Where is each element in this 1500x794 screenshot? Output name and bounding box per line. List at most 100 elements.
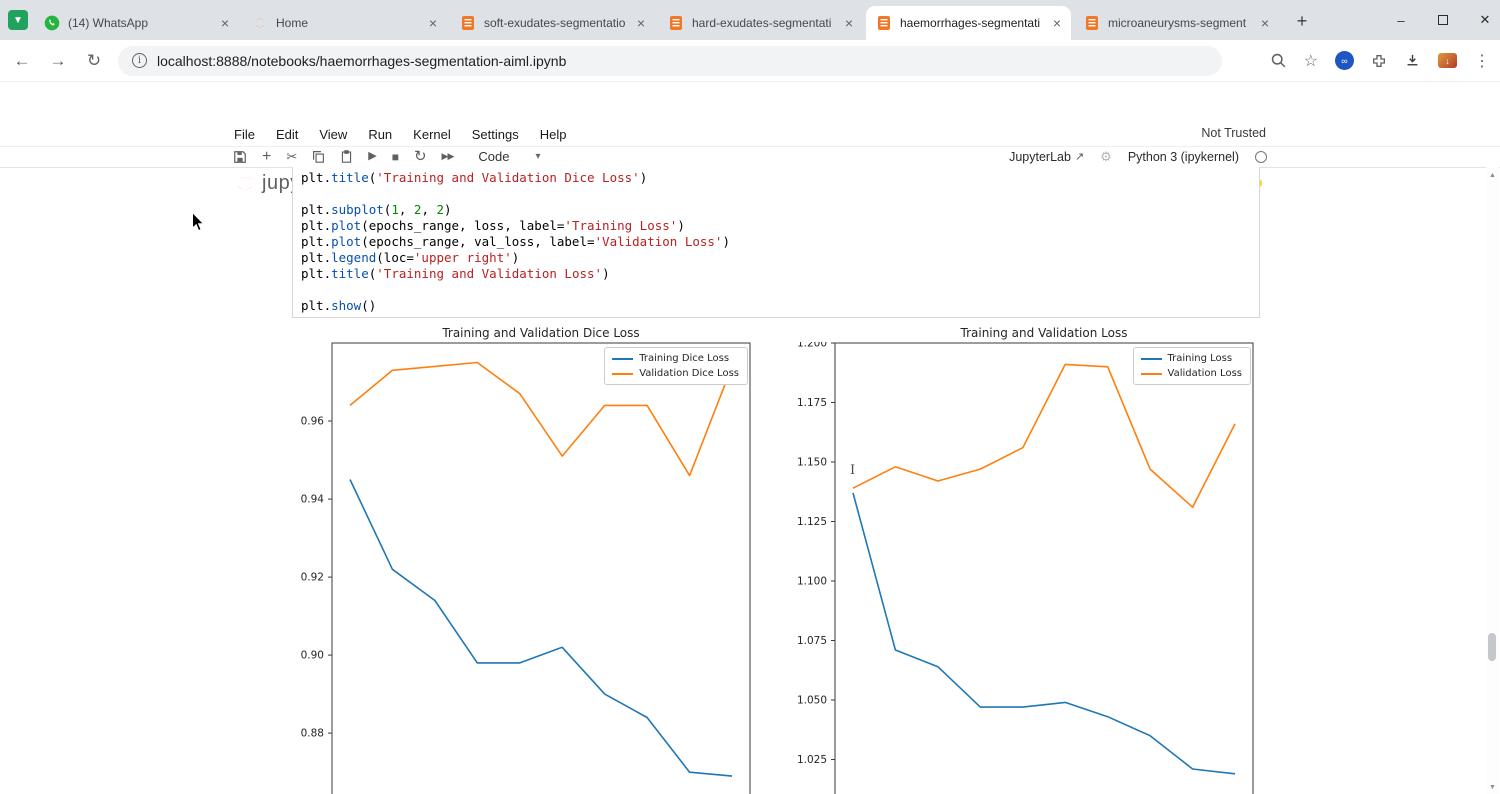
- svg-text:1.175: 1.175: [797, 397, 827, 409]
- gear-icon[interactable]: ⚙: [1100, 149, 1112, 165]
- chart-title: Training and Validation Loss: [835, 326, 1253, 342]
- maximize-icon[interactable]: [1438, 15, 1448, 25]
- menu-edit[interactable]: Edit: [276, 127, 298, 142]
- scroll-down-icon[interactable]: ▼: [1486, 784, 1499, 791]
- minimize-icon[interactable]: –: [1394, 13, 1408, 28]
- cut-cell-icon[interactable]: ✂: [286, 150, 297, 163]
- svg-text:0.96: 0.96: [301, 416, 325, 428]
- notebook-icon: [876, 15, 892, 31]
- chevron-down-icon: ▾: [535, 151, 540, 162]
- whatsapp-icon: [44, 15, 60, 31]
- tab-label: hard-exudates-segmentati: [692, 16, 839, 30]
- menu-view[interactable]: View: [319, 127, 347, 142]
- tab-close-icon[interactable]: ×: [843, 16, 855, 30]
- cell-type-label: Code: [478, 149, 509, 164]
- browser-tab-hard-exudates[interactable]: hard-exudates-segmentati ×: [658, 6, 863, 40]
- legend-item: Training Dice Loss: [612, 353, 739, 364]
- tab-search-button[interactable]: ▼: [8, 10, 28, 30]
- restart-run-all-icon[interactable]: ▶▶: [442, 152, 454, 161]
- zoom-icon[interactable]: [1270, 52, 1287, 69]
- jupyter-logo-icon: [232, 170, 258, 196]
- bookmark-star-icon[interactable]: ☆: [1304, 51, 1318, 71]
- address-bar[interactable]: i localhost:8888/notebooks/haemorrhages-…: [118, 46, 1222, 76]
- external-link-icon: ↗: [1075, 150, 1084, 163]
- tab-close-icon[interactable]: ×: [427, 16, 439, 30]
- copy-cell-icon[interactable]: [312, 150, 325, 163]
- tab-close-icon[interactable]: ×: [219, 16, 231, 30]
- chart-title: Training and Validation Dice Loss: [332, 326, 750, 342]
- new-tab-button[interactable]: +: [1290, 9, 1314, 33]
- chart-plot-area: 1.0251.0501.0751.1001.1251.1501.1751.200…: [785, 342, 1255, 794]
- svg-text:1.150: 1.150: [797, 457, 827, 469]
- jupyter-toolbar: + ✂ ▶ ■ ↻ ▶▶ Code ▾ JupyterLab ↗ ⚙ Pytho…: [0, 147, 1500, 168]
- scrollbar-thumb[interactable]: [1488, 633, 1496, 661]
- browser-action-icons: ☆ ∞ ↓ ⋮: [1270, 51, 1490, 71]
- chart-plot-area: 0.880.900.920.940.96 Training Dice LossV…: [282, 342, 752, 794]
- extension-blue-icon[interactable]: ∞: [1335, 51, 1354, 70]
- svg-text:1.025: 1.025: [797, 754, 827, 766]
- menu-help[interactable]: Help: [540, 127, 567, 142]
- browser-menu-icon[interactable]: ⋮: [1474, 51, 1490, 71]
- svg-text:1.100: 1.100: [797, 576, 827, 588]
- browser-tab-home[interactable]: Home ×: [242, 6, 447, 40]
- stop-kernel-icon[interactable]: ■: [392, 151, 399, 163]
- trust-status-badge[interactable]: Not Trusted: [1201, 126, 1266, 140]
- svg-text:0.94: 0.94: [301, 494, 325, 506]
- code-lines[interactable]: plt.title('Training and Validation Dice …: [293, 167, 1259, 314]
- svg-text:0.92: 0.92: [301, 572, 324, 584]
- scroll-up-icon[interactable]: ▲: [1486, 172, 1499, 179]
- legend-item: Validation Loss: [1141, 368, 1243, 379]
- jupyter-icon: [252, 15, 268, 31]
- chevron-down-icon: ▼: [13, 15, 23, 26]
- jupyterlab-label: JupyterLab: [1009, 150, 1071, 164]
- restart-kernel-icon[interactable]: ↻: [414, 149, 427, 164]
- browser-tab-strip: ▼ (14) WhatsApp × Home × soft-exudates-s…: [0, 0, 1500, 40]
- svg-text:1.125: 1.125: [797, 516, 827, 528]
- close-icon[interactable]: ✕: [1478, 12, 1492, 28]
- menu-file[interactable]: File: [234, 127, 255, 142]
- chart-legend: Training Dice Loss Validation Dice Loss: [604, 347, 748, 385]
- reload-icon[interactable]: ↻: [80, 51, 108, 71]
- legend-item: Validation Dice Loss: [612, 368, 739, 379]
- loss-plot: 1.0251.0501.0751.1001.1251.1501.1751.200: [785, 342, 1255, 794]
- tab-close-icon[interactable]: ×: [1051, 16, 1063, 30]
- browser-tab-soft-exudates[interactable]: soft-exudates-segmentatio ×: [450, 6, 655, 40]
- svg-text:1.200: 1.200: [797, 342, 827, 350]
- paste-cell-icon[interactable]: [340, 150, 353, 163]
- legend-item: Training Loss: [1141, 353, 1243, 364]
- download-icon[interactable]: [1404, 52, 1421, 69]
- browser-tab-whatsapp[interactable]: (14) WhatsApp ×: [34, 6, 239, 40]
- forward-icon[interactable]: →: [44, 51, 72, 71]
- extensions-puzzle-icon[interactable]: [1371, 53, 1387, 69]
- download-manager-icon[interactable]: ↓: [1438, 53, 1457, 68]
- back-icon[interactable]: ←: [8, 51, 36, 71]
- menu-settings[interactable]: Settings: [472, 127, 519, 142]
- menu-run[interactable]: Run: [368, 127, 392, 142]
- tab-label: microaneurysms-segment: [1108, 16, 1255, 30]
- open-in-jupyterlab-link[interactable]: JupyterLab ↗: [1009, 150, 1084, 164]
- kernel-name[interactable]: Python 3 (ipykernel): [1128, 150, 1239, 164]
- site-info-icon[interactable]: i: [132, 53, 147, 68]
- browser-tab-microaneurysms[interactable]: microaneurysms-segment ×: [1074, 6, 1279, 40]
- kernel-status-icon: [1255, 151, 1267, 163]
- save-icon[interactable]: [233, 150, 247, 164]
- tab-label: soft-exudates-segmentatio: [484, 16, 631, 30]
- svg-text:0.90: 0.90: [301, 650, 324, 662]
- page-scrollbar[interactable]: ▲ ▼: [1486, 167, 1499, 794]
- insert-cell-icon[interactable]: +: [262, 149, 271, 165]
- browser-navbar: ← → ↻ i localhost:8888/notebooks/haemorr…: [0, 40, 1500, 82]
- run-cell-icon[interactable]: ▶: [368, 151, 376, 162]
- jupyter-header: jupyter haemorrhages-segmentation-aiml L…: [0, 82, 1500, 122]
- toolbar-right: JupyterLab ↗ ⚙ Python 3 (ipykernel): [1009, 149, 1267, 165]
- svg-text:1.075: 1.075: [797, 635, 827, 647]
- menu-kernel[interactable]: Kernel: [413, 127, 451, 142]
- tab-close-icon[interactable]: ×: [635, 16, 647, 30]
- url-text[interactable]: localhost:8888/notebooks/haemorrhages-se…: [157, 53, 566, 69]
- code-cell[interactable]: plt.title('Training and Validation Dice …: [292, 167, 1260, 318]
- tab-close-icon[interactable]: ×: [1259, 16, 1271, 30]
- cell-type-dropdown[interactable]: Code ▾: [478, 149, 540, 164]
- chart-dice-loss: Training and Validation Dice Loss 0.880.…: [282, 326, 752, 794]
- browser-tab-haemorrhages[interactable]: haemorrhages-segmentati ×: [866, 6, 1071, 40]
- dice-loss-plot: 0.880.900.920.940.96: [282, 342, 752, 794]
- tab-label: haemorrhages-segmentati: [900, 16, 1047, 30]
